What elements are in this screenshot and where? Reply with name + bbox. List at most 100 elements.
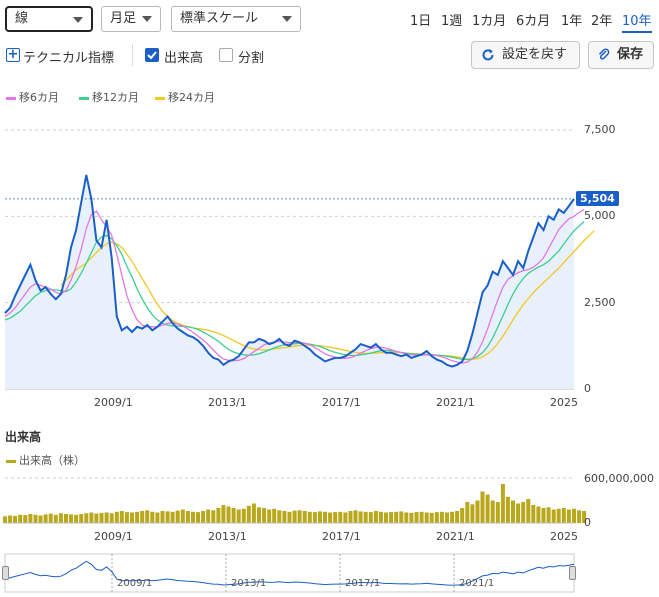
legend-volume-label: 出来高（株） xyxy=(19,454,85,467)
volume-bar xyxy=(48,513,53,523)
volume-bar xyxy=(38,515,43,523)
volume-bar xyxy=(145,510,150,524)
volume-x-tick-label: 2009/1 xyxy=(94,530,133,543)
volume-bar xyxy=(251,503,256,523)
volume-bar xyxy=(414,512,419,523)
volume-bar xyxy=(384,512,388,523)
volume-bar xyxy=(135,511,140,524)
volume-bar xyxy=(3,516,7,524)
volume-bar xyxy=(206,509,211,523)
volume-bar xyxy=(241,508,246,524)
volume-bar xyxy=(439,511,444,524)
volume-bar xyxy=(531,505,536,523)
volume-bar xyxy=(455,511,460,523)
volume-bar xyxy=(302,511,307,523)
volume-bar xyxy=(490,500,495,523)
volume-bar xyxy=(165,511,170,523)
volume-bar xyxy=(297,510,302,524)
volume-bar xyxy=(292,510,297,523)
volume-bar xyxy=(495,502,500,523)
volume-bar xyxy=(140,511,145,523)
volume-bar xyxy=(277,510,282,524)
volume-bar xyxy=(328,512,333,523)
volume-x-tick-label: 2021/1 xyxy=(436,530,475,543)
legend-volume: 出来高（株） xyxy=(6,452,85,468)
volume-bar xyxy=(79,514,84,523)
volume-bar xyxy=(58,513,63,524)
volume-bar xyxy=(561,508,566,523)
volume-bar xyxy=(84,513,89,524)
navigator-right-handle[interactable] xyxy=(569,566,576,580)
volume-bar xyxy=(160,511,165,523)
volume-x-tick-label: 2025 xyxy=(550,530,578,543)
volume-bar xyxy=(551,509,556,523)
volume-bar xyxy=(196,512,200,523)
volume-bar xyxy=(572,508,576,524)
volume-bar xyxy=(231,508,236,523)
volume-bar xyxy=(511,500,515,523)
price-x-tick-label: 2013/1 xyxy=(208,396,247,409)
price-x-tick-label: 2021/1 xyxy=(436,396,475,409)
price-tick-label: 0 xyxy=(584,382,591,395)
volume-bar xyxy=(43,514,48,523)
volume-bar xyxy=(18,514,23,524)
price-x-tick-label: 2009/1 xyxy=(94,396,133,409)
volume-bar xyxy=(180,509,185,523)
volume-bar xyxy=(282,511,287,523)
volume-bar xyxy=(28,514,33,523)
volume-bar xyxy=(419,511,424,524)
volume-section-title: 出来高 xyxy=(5,430,42,444)
volume-bar xyxy=(353,510,358,524)
price-x-tick-label: 2017/1 xyxy=(322,396,361,409)
volume-bar xyxy=(74,514,79,524)
volume-bar xyxy=(33,514,38,524)
volume-bar xyxy=(465,502,470,523)
volume-bar xyxy=(363,511,368,524)
volume-bar xyxy=(368,512,373,523)
volume-bar xyxy=(150,511,155,524)
volume-bar xyxy=(475,500,480,523)
navigator-x-tick-label: 2009/1 xyxy=(117,578,153,589)
navigator-x-tick-label: 2017/1 xyxy=(345,578,381,589)
volume-bar xyxy=(389,512,394,523)
price-chart[interactable] xyxy=(0,0,659,597)
volume-tick-label: 0 xyxy=(584,516,591,529)
volume-bar xyxy=(221,505,226,523)
volume-bar xyxy=(246,505,251,524)
price-tick-label: 5,000 xyxy=(584,209,616,222)
volume-bar xyxy=(94,513,99,523)
volume-bar xyxy=(216,508,221,523)
volume-bar xyxy=(318,511,322,523)
volume-bar xyxy=(399,511,404,523)
volume-bar xyxy=(99,512,104,523)
volume-bar xyxy=(343,512,348,523)
volume-bar xyxy=(338,511,343,524)
navigator-left-handle[interactable] xyxy=(2,566,9,580)
volume-bar xyxy=(307,511,312,524)
volume-bar xyxy=(191,511,195,524)
volume-bar xyxy=(424,512,429,523)
volume-bar xyxy=(566,509,571,523)
price-x-tick-label: 2025 xyxy=(550,396,578,409)
volume-bar xyxy=(536,506,541,523)
volume-bar xyxy=(130,512,134,523)
volume-bar xyxy=(404,512,409,523)
volume-bar xyxy=(348,511,353,523)
last-price-badge: 5,504 xyxy=(576,191,619,206)
volume-bar xyxy=(394,511,399,524)
volume-bar xyxy=(114,511,119,524)
volume-bar xyxy=(124,512,129,523)
volume-x-tick-label: 2013/1 xyxy=(208,530,247,543)
volume-bar xyxy=(104,512,109,523)
volume-bar xyxy=(155,512,160,523)
volume-bar xyxy=(445,512,449,523)
volume-x-tick-label: 2017/1 xyxy=(322,530,361,543)
volume-bar xyxy=(64,514,68,523)
volume-bar xyxy=(185,511,190,523)
volume-bar xyxy=(175,510,180,523)
volume-bar xyxy=(556,508,561,524)
volume-bar xyxy=(267,509,272,523)
price-tick-label: 7,500 xyxy=(584,123,616,136)
volume-bar xyxy=(546,507,551,524)
volume-bar xyxy=(287,511,292,524)
